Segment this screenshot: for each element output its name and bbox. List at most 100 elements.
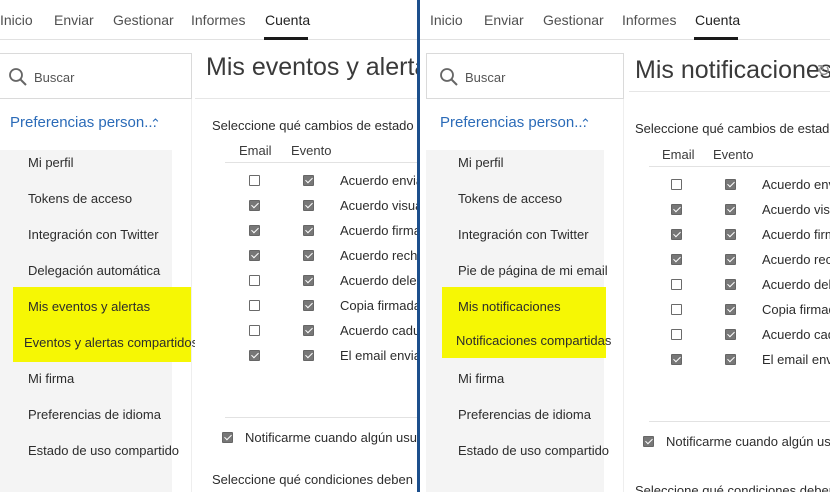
menu-item-notificaciones-compartidas[interactable]: Notificaciones compartidas: [456, 333, 611, 348]
event-checkbox[interactable]: [725, 329, 736, 340]
email-checkbox[interactable]: [249, 325, 260, 336]
status-changes-heading: Seleccione qué cambios de estado c: [635, 121, 830, 136]
event-checkbox[interactable]: [303, 175, 314, 186]
settings-card: Seleccione qué cambios de estado de Emai…: [195, 98, 419, 492]
event-row-label: El email enviad: [340, 348, 419, 363]
event-checkbox[interactable]: [303, 200, 314, 211]
search-box[interactable]: Buscar: [0, 53, 192, 99]
event-row-label: Acuerdo delegi: [340, 273, 419, 288]
menu-item-mi-perfil[interactable]: Mi perfil: [458, 155, 504, 170]
event-checkbox[interactable]: [725, 304, 736, 315]
email-checkbox[interactable]: [249, 275, 260, 286]
email-checkbox[interactable]: [671, 179, 682, 190]
tab-cuenta[interactable]: Cuenta: [265, 12, 310, 28]
event-checkbox[interactable]: [725, 354, 736, 365]
search-icon: [9, 68, 27, 86]
tab-enviar[interactable]: Enviar: [484, 12, 524, 28]
email-checkbox[interactable]: [671, 329, 682, 340]
preferences-header-label: Preferencias person...: [10, 114, 157, 131]
menu-item-integracion-twitter[interactable]: Integración con Twitter: [458, 227, 589, 242]
tab-enviar[interactable]: Enviar: [54, 12, 94, 28]
email-checkbox[interactable]: [671, 204, 682, 215]
rows-divider: [649, 421, 830, 422]
event-checkbox[interactable]: [725, 279, 736, 290]
email-checkbox[interactable]: [671, 304, 682, 315]
col-email-header: Email: [239, 143, 272, 158]
page-title: Mis eventos y alertas: [206, 53, 419, 81]
main-content: Mis notificaciones ↻ Seleccione qué camb…: [629, 53, 830, 492]
search-icon: [440, 68, 458, 86]
menu-item-mis-notificaciones[interactable]: Mis notificaciones: [458, 299, 561, 314]
chevron-up-icon[interactable]: ⌃: [580, 116, 591, 132]
preferences-menu: Mi perfil Tokens de acceso Integración c…: [426, 150, 611, 492]
preferences-header[interactable]: Preferencias person... ⌃: [426, 99, 604, 150]
notify-checkbox[interactable]: [222, 432, 233, 443]
tab-inicio[interactable]: Inicio: [0, 12, 33, 28]
menu-item-mi-firma[interactable]: Mi firma: [28, 371, 74, 386]
email-checkbox[interactable]: [249, 175, 260, 186]
tab-gestionar[interactable]: Gestionar: [543, 12, 604, 28]
tab-cuenta[interactable]: Cuenta: [695, 12, 740, 28]
preferences-menu: Mi perfil Tokens de acceso Integración c…: [0, 150, 198, 492]
top-navigation: Inicio Enviar Gestionar Informes Cuenta: [0, 0, 419, 40]
menu-item-preferencias-idioma[interactable]: Preferencias de idioma: [458, 407, 591, 422]
event-row-label: Acuerdo rechaz: [340, 248, 419, 263]
event-checkbox[interactable]: [303, 300, 314, 311]
event-row-label: Copia firmada: [340, 298, 419, 313]
col-event-header: Evento: [291, 143, 332, 158]
tab-informes[interactable]: Informes: [622, 12, 676, 28]
email-checkbox[interactable]: [249, 300, 260, 311]
event-row-label: Acuerdo visu: [762, 202, 830, 217]
event-checkbox[interactable]: [725, 229, 736, 240]
event-checkbox[interactable]: [725, 179, 736, 190]
header-divider: [225, 162, 419, 163]
tab-gestionar[interactable]: Gestionar: [113, 12, 174, 28]
page-title: Mis notificaciones: [635, 56, 830, 84]
event-checkbox[interactable]: [725, 204, 736, 215]
email-checkbox[interactable]: [671, 229, 682, 240]
menu-item-mi-perfil[interactable]: Mi perfil: [28, 155, 74, 170]
refresh-icon[interactable]: ↻: [817, 61, 830, 81]
email-checkbox[interactable]: [671, 254, 682, 265]
menu-item-delegacion-automatica[interactable]: Delegación automática: [28, 263, 160, 278]
menu-item-estado-uso-compartido[interactable]: Estado de uso compartido: [458, 443, 609, 458]
event-checkbox[interactable]: [303, 250, 314, 261]
menu-item-mis-eventos-alertas[interactable]: Mis eventos y alertas: [28, 299, 150, 314]
notify-checkbox[interactable]: [643, 436, 654, 447]
email-checkbox[interactable]: [249, 250, 260, 261]
menu-item-preferencias-idioma[interactable]: Preferencias de idioma: [28, 407, 161, 422]
email-checkbox[interactable]: [249, 225, 260, 236]
email-checkbox[interactable]: [249, 350, 260, 361]
conditions-heading: Seleccione qué condiciones deben a: [635, 483, 830, 492]
event-checkbox[interactable]: [303, 275, 314, 286]
tab-informes[interactable]: Informes: [191, 12, 245, 28]
menu-item-estado-uso-compartido[interactable]: Estado de uso compartido: [28, 443, 179, 458]
event-row-label: Acuerdo enviac: [340, 173, 419, 188]
menu-item-mi-firma[interactable]: Mi firma: [458, 371, 504, 386]
search-placeholder: Buscar: [34, 70, 75, 85]
tab-inicio[interactable]: Inicio: [430, 12, 463, 28]
email-checkbox[interactable]: [671, 279, 682, 290]
sidebar: Buscar Preferencias person... ⌃ Mi perfi…: [0, 53, 198, 492]
menu-item-tokens-de-acceso[interactable]: Tokens de acceso: [28, 191, 132, 206]
event-row-label: El email envi: [762, 352, 830, 367]
sidebar: Buscar Preferencias person... ⌃ Mi perfi…: [426, 53, 624, 492]
event-row-label: Acuerdo caduc: [340, 323, 419, 338]
menu-item-eventos-alertas-compartidos[interactable]: Eventos y alertas compartidos: [24, 335, 198, 350]
header-divider: [649, 166, 830, 167]
menu-item-tokens-de-acceso[interactable]: Tokens de acceso: [458, 191, 562, 206]
menu-item-pie-pagina-email[interactable]: Pie de página de mi email: [458, 263, 608, 278]
top-navigation: Inicio Enviar Gestionar Informes Cuenta: [420, 0, 830, 40]
event-checkbox[interactable]: [303, 350, 314, 361]
active-tab-indicator: [694, 37, 738, 40]
preferences-header[interactable]: Preferencias person... ⌃: [0, 99, 172, 150]
search-box[interactable]: Buscar: [426, 53, 624, 99]
email-checkbox[interactable]: [671, 354, 682, 365]
event-checkbox[interactable]: [303, 325, 314, 336]
event-checkbox[interactable]: [303, 225, 314, 236]
active-tab-indicator: [264, 37, 308, 40]
menu-item-integracion-twitter[interactable]: Integración con Twitter: [28, 227, 159, 242]
chevron-up-icon[interactable]: ⌃: [150, 116, 161, 132]
event-checkbox[interactable]: [725, 254, 736, 265]
email-checkbox[interactable]: [249, 200, 260, 211]
